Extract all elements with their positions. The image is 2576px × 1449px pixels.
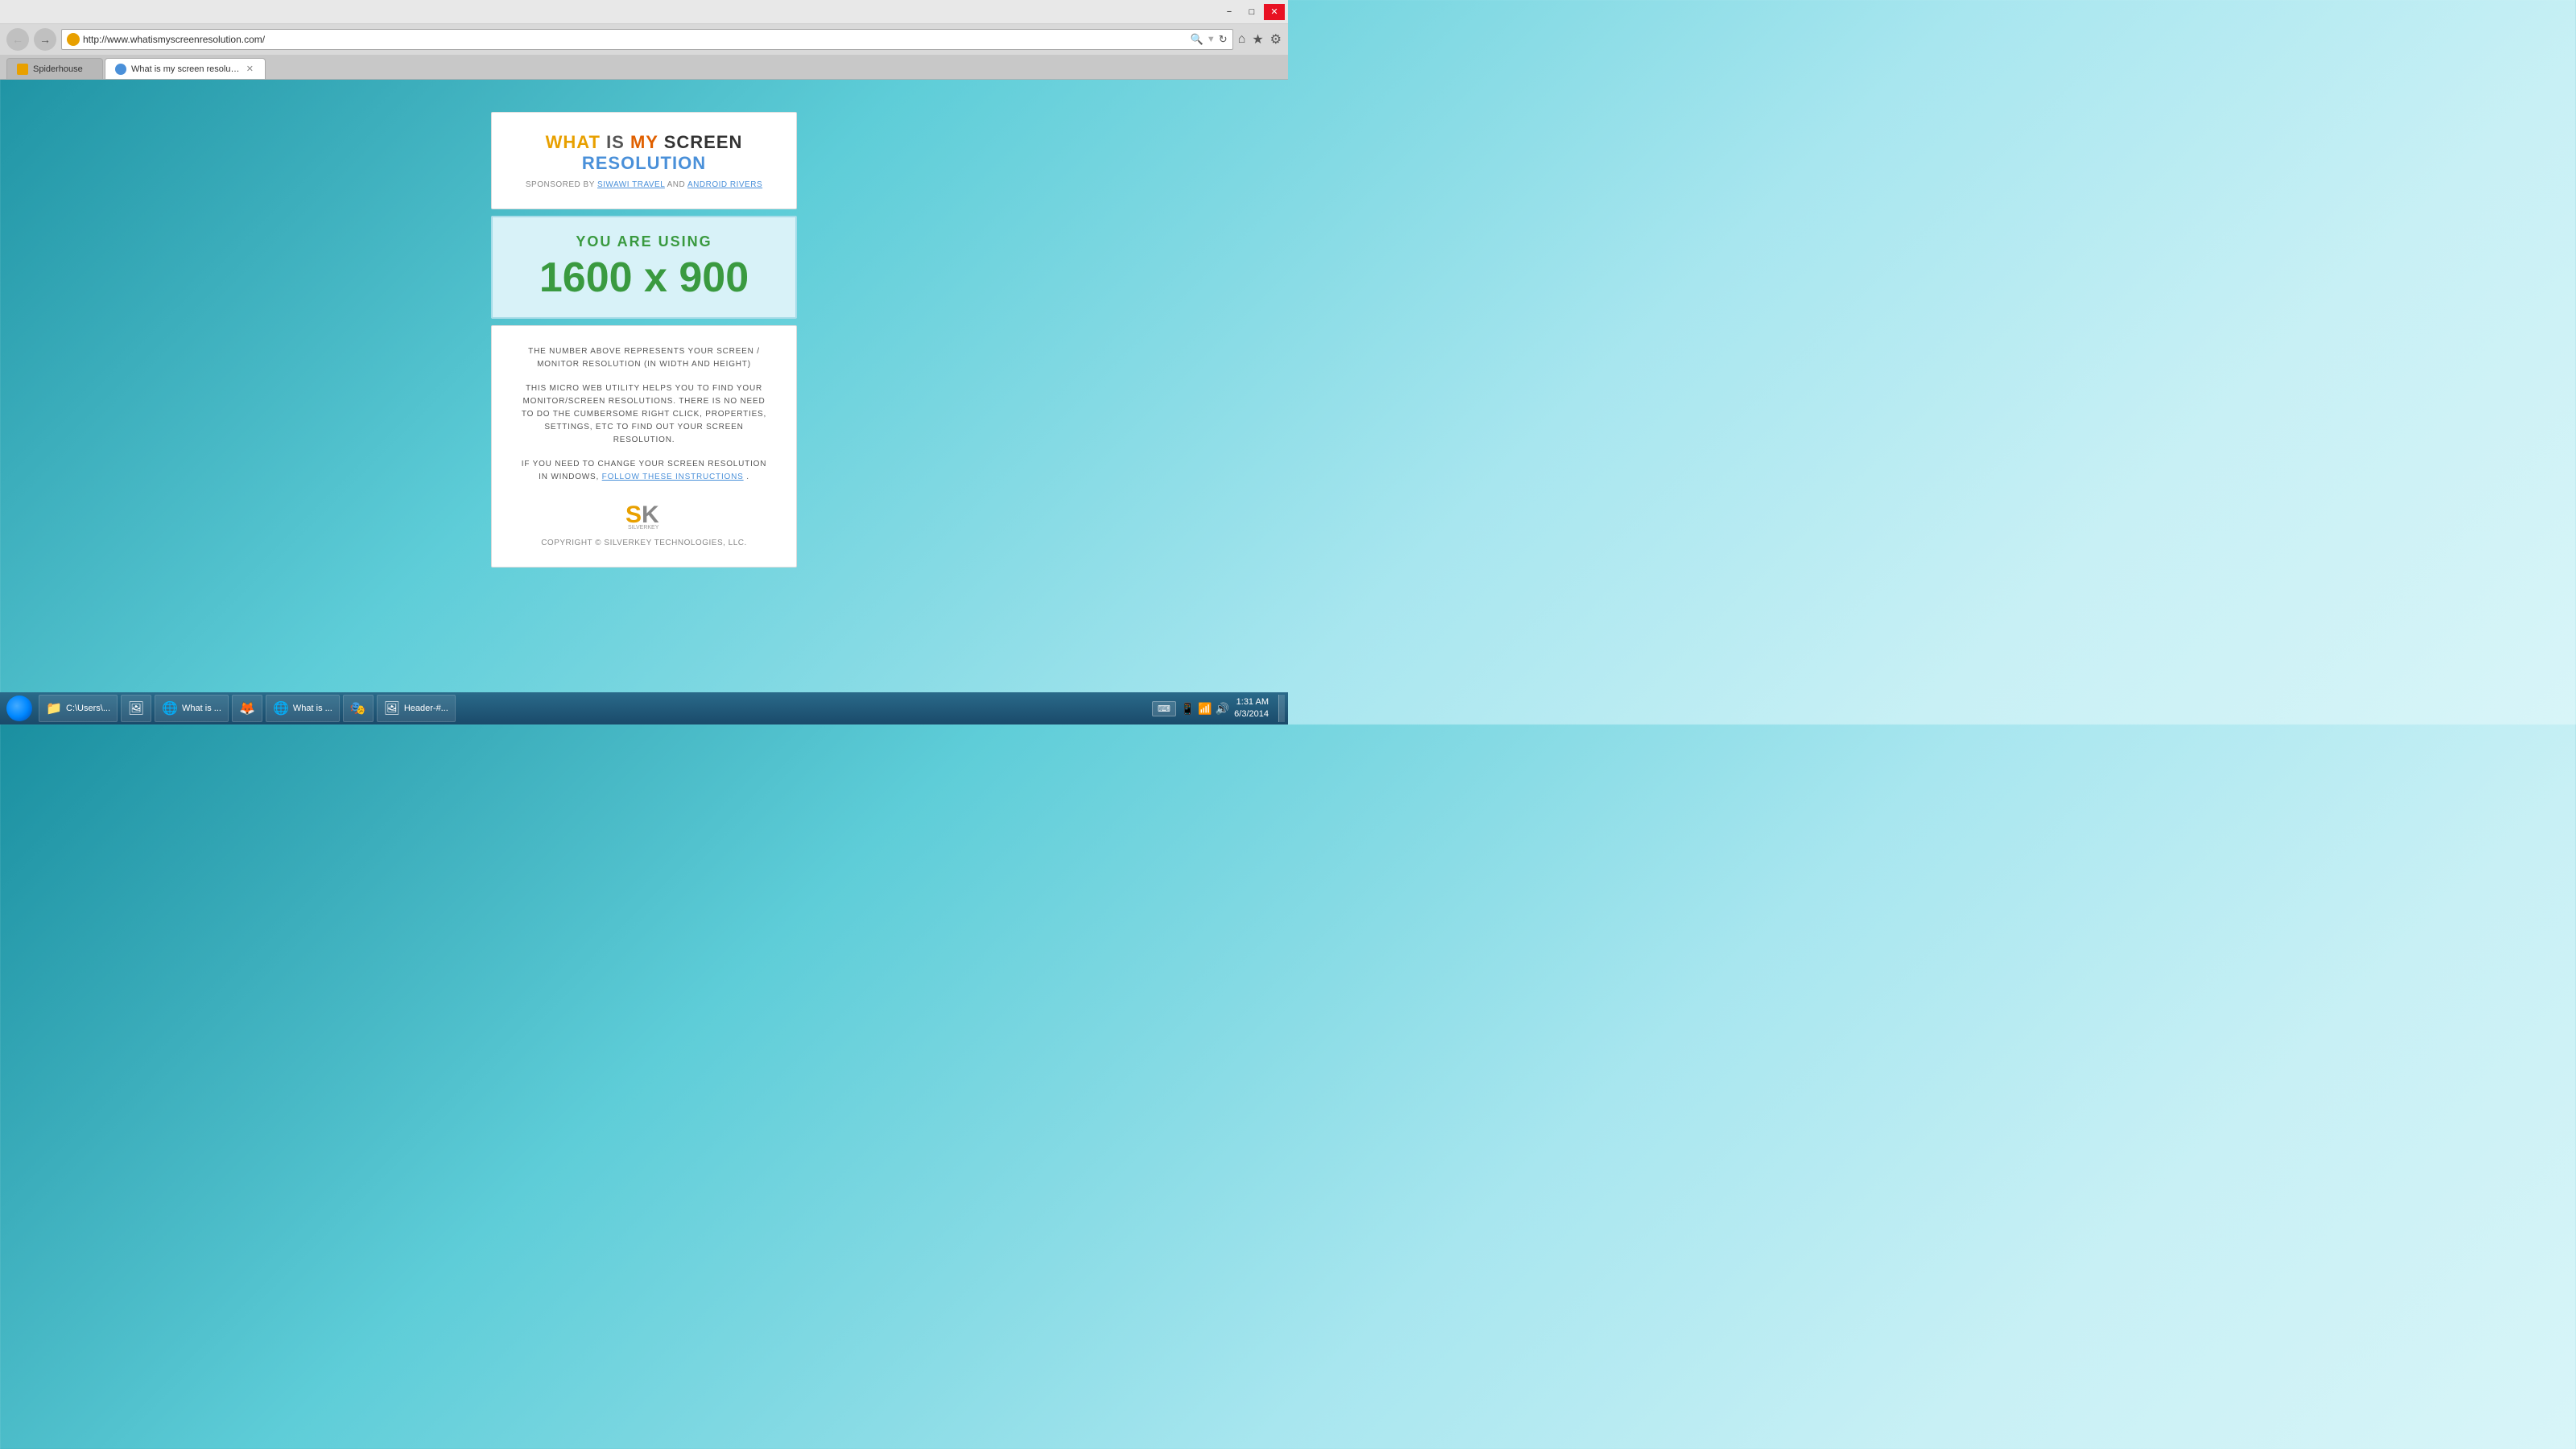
info-text-3: IF YOU NEED TO CHANGE YOUR SCREEN RESOLU… — [516, 458, 772, 484]
taskbar-icon-image1: 🖼 — [128, 700, 144, 716]
tab-favicon-spiderhouse — [17, 64, 28, 75]
title-is: IS — [606, 132, 625, 152]
sponsored-prefix: SPONSORED BY — [526, 180, 595, 189]
tabs-bar: Spiderhouse What is my screen resolution… — [0, 55, 1288, 79]
taskbar-item-chrome1[interactable]: 🌐 What is ... — [155, 695, 229, 722]
keyboard-button[interactable]: ⌨ — [1152, 701, 1176, 716]
content-area: WHAT IS MY SCREEN RESOLUTION SPONSORED B… — [0, 80, 1288, 692]
maximize-button[interactable]: □ — [1241, 4, 1262, 20]
resolution-display: 1600 x 900 — [509, 255, 779, 301]
tab-label-spiderhouse: Spiderhouse — [33, 64, 93, 74]
taskbar-label-chrome1: What is ... — [182, 704, 221, 713]
forward-button[interactable]: → — [34, 28, 56, 51]
clock-time: 1:31 AM — [1234, 696, 1269, 708]
favorites-button[interactable]: ★ — [1252, 31, 1263, 47]
taskbar-item-image1[interactable]: 🖼 — [121, 695, 151, 722]
start-orb — [6, 696, 32, 721]
info3-suffix: . — [746, 473, 749, 481]
show-desktop-button[interactable] — [1278, 695, 1285, 722]
taskbar-label-explorer: C:\Users\... — [66, 704, 110, 713]
taskbar-item-firefox[interactable]: 🦊 — [232, 695, 262, 722]
taskbar-item-other[interactable]: 🎭 — [343, 695, 374, 722]
taskbar-item-header[interactable]: 🖼 Header-#... — [377, 695, 456, 722]
taskbar-icon-other: 🎭 — [350, 700, 366, 716]
tray-icon-signal: 📶 — [1198, 702, 1212, 716]
refresh-button[interactable]: ↻ — [1219, 33, 1228, 46]
copyright-text: COPYRIGHT © SILVERKEY TECHNOLOGIES, LLC. — [516, 539, 772, 547]
back-button[interactable]: ← — [6, 28, 29, 51]
sponsor2-link[interactable]: ANDROID RIVERS — [687, 180, 762, 189]
address-search-button[interactable]: 🔍 — [1191, 33, 1203, 46]
clock-date: 6/3/2014 — [1234, 708, 1269, 720]
taskbar-item-explorer[interactable]: 📁 C:\Users\... — [39, 695, 118, 722]
tab-close-button[interactable]: ✕ — [245, 63, 255, 75]
info-card: THE NUMBER ABOVE REPRESENTS YOUR SCREEN … — [491, 325, 797, 568]
address-input[interactable] — [83, 34, 1187, 45]
address-bar: 🔍 ▼ ↻ — [61, 29, 1233, 50]
taskbar-label-header: Header-#... — [404, 704, 448, 713]
taskbar: 📁 C:\Users\... 🖼 🌐 What is ... 🦊 🌐 What … — [0, 692, 1288, 724]
taskbar-label-ie: What is ... — [293, 704, 332, 713]
minimize-button[interactable]: − — [1219, 4, 1240, 20]
info-text-1: THE NUMBER ABOVE REPRESENTS YOUR SCREEN … — [516, 345, 772, 371]
tab-label-resolution: What is my screen resolution — [131, 64, 240, 74]
system-tray: ⌨ 📱 📶 🔊 1:31 AM 6/3/2014 — [1146, 696, 1275, 721]
main-container: WHAT IS MY SCREEN RESOLUTION SPONSORED B… — [491, 112, 797, 568]
sponsor1-link[interactable]: SIWAWI TRAVEL — [597, 180, 665, 189]
window-controls: − □ ✕ — [1219, 4, 1285, 20]
taskbar-icon-ie: 🌐 — [273, 700, 289, 716]
and-text: AND — [667, 180, 686, 189]
nav-right-buttons: ⌂ ★ ⚙ — [1238, 31, 1282, 47]
clock: 1:31 AM 6/3/2014 — [1234, 696, 1269, 721]
silverkey-logo: S K SILVERKEY — [624, 497, 664, 529]
tab-whatismyscreenresolution[interactable]: What is my screen resolution ✕ — [105, 58, 266, 79]
title-what: WHAT — [546, 132, 601, 152]
sponsored-line: SPONSORED BY SIWAWI TRAVEL AND ANDROID R… — [508, 180, 780, 189]
tools-button[interactable]: ⚙ — [1270, 31, 1282, 47]
taskbar-icon-explorer: 📁 — [46, 700, 62, 716]
taskbar-icon-chrome1: 🌐 — [162, 700, 178, 716]
tray-icon-mobile: 📱 — [1181, 702, 1195, 716]
site-title: WHAT IS MY SCREEN RESOLUTION — [508, 132, 780, 174]
logo-container: S K SILVERKEY — [516, 497, 772, 529]
title-resolution: RESOLUTION — [582, 153, 706, 173]
title-bar: − □ ✕ — [0, 0, 1288, 24]
address-separator: ▼ — [1207, 35, 1216, 44]
close-button[interactable]: ✕ — [1264, 4, 1285, 20]
tray-icon-volume: 🔊 — [1216, 702, 1229, 716]
taskbar-item-ie[interactable]: 🌐 What is ... — [266, 695, 340, 722]
start-button[interactable] — [3, 694, 35, 723]
address-favicon — [67, 33, 80, 46]
nav-bar: ← → 🔍 ▼ ↻ ⌂ ★ ⚙ — [0, 24, 1288, 55]
svg-text:SILVERKEY: SILVERKEY — [628, 525, 659, 529]
home-button[interactable]: ⌂ — [1238, 32, 1246, 47]
tab-spiderhouse[interactable]: Spiderhouse — [6, 58, 103, 79]
taskbar-icon-firefox: 🦊 — [239, 700, 255, 716]
tray-icons: 📱 📶 🔊 — [1181, 702, 1229, 716]
follow-instructions-link[interactable]: FOLLOW THESE INSTRUCTIONS — [602, 473, 744, 481]
title-my: MY — [630, 132, 658, 152]
resolution-card: YOU ARE USING 1600 x 900 — [491, 216, 797, 319]
tab-favicon-resolution — [115, 64, 126, 75]
you-are-using-text: YOU ARE USING — [509, 233, 779, 250]
title-screen: SCREEN — [664, 132, 743, 152]
browser-chrome: ← → 🔍 ▼ ↻ ⌂ ★ ⚙ Spiderhouse What is my s… — [0, 24, 1288, 80]
info-text-2: THIS MICRO WEB UTILITY HELPS YOU TO FIND… — [516, 382, 772, 447]
header-card: WHAT IS MY SCREEN RESOLUTION SPONSORED B… — [491, 112, 797, 209]
taskbar-icon-header: 🖼 — [384, 700, 400, 716]
